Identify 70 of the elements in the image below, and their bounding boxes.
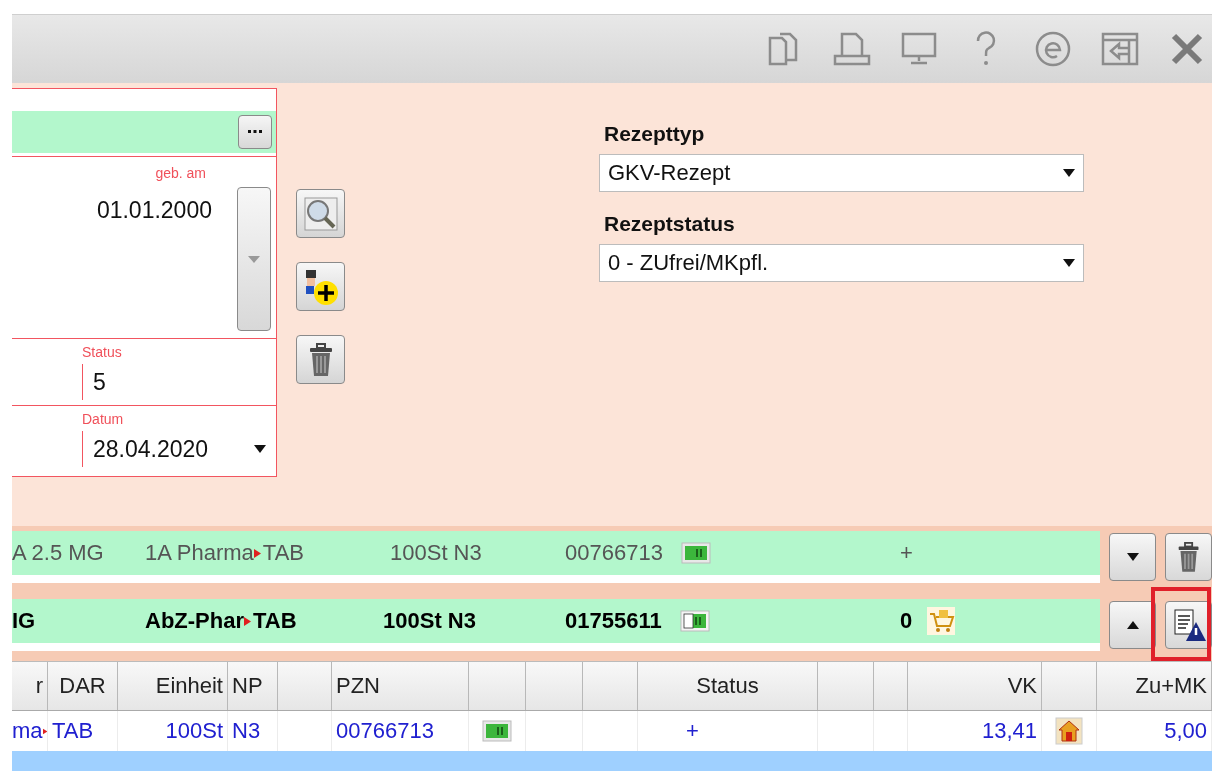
flag-marker-icon xyxy=(42,726,47,736)
medication-name: IG xyxy=(12,608,36,634)
package-size-text: 100St N3 xyxy=(390,540,482,566)
caret-icon xyxy=(1063,169,1075,177)
search-button[interactable] xyxy=(296,189,345,238)
card-icon xyxy=(680,541,711,565)
table-cell-text: 5,00 xyxy=(1164,718,1207,744)
status-mark: 0 xyxy=(900,608,913,634)
printer-icon[interactable] xyxy=(833,30,871,68)
table-cell-text: + xyxy=(686,718,699,744)
status-label: Status xyxy=(82,344,123,360)
flag-marker-icon xyxy=(244,616,251,626)
flag-marker-icon xyxy=(253,548,261,558)
delete-item-button[interactable] xyxy=(1165,533,1212,581)
warning-document-button[interactable] xyxy=(1165,601,1212,649)
column-header[interactable]: DAR xyxy=(48,662,118,710)
status-value: 5 xyxy=(93,368,106,396)
cart-icon xyxy=(926,606,957,636)
more-button[interactable] xyxy=(238,115,272,149)
table-cell-text: ma xyxy=(12,718,43,744)
package-size-text: 100St N3 xyxy=(383,608,476,634)
medication-row[interactable]: A 2.5 MG 1A Pharma TAB 100St N3 00766713 + xyxy=(12,531,1100,583)
column-header[interactable]: Einheit xyxy=(118,662,228,710)
status-mark: + xyxy=(900,540,913,566)
collapse-button[interactable] xyxy=(1109,601,1156,649)
card-icon xyxy=(679,609,710,633)
prescription-type-select[interactable]: GKV-Rezept xyxy=(599,154,1084,192)
date-field[interactable]: 28.04.2020 xyxy=(82,431,276,467)
column-header[interactable]: NP xyxy=(228,662,278,710)
caret-icon xyxy=(1126,553,1139,561)
medication-row[interactable]: IG AbZ-Phar TAB 100St N3 01755611 0 xyxy=(12,599,1100,651)
e-circle-icon[interactable] xyxy=(1034,30,1072,68)
table-cell-text: 100St xyxy=(165,718,223,744)
medication-name: A 2.5 MG xyxy=(12,540,104,566)
prescription-status-label: Rezeptstatus xyxy=(604,212,736,236)
caret-icon xyxy=(248,255,260,263)
table-cell-text: 13,41 xyxy=(981,718,1037,744)
table-cell-text: TAB xyxy=(52,718,94,744)
add-person-button[interactable] xyxy=(296,262,345,311)
pzn-text: 00766713 xyxy=(565,540,663,566)
prescription-status-select[interactable]: 0 - ZUfrei/MKpfl. xyxy=(599,244,1084,282)
ellipsis-icon xyxy=(248,130,262,134)
manufacturer-text: 1A Pharma xyxy=(145,540,254,566)
exit-window-icon[interactable] xyxy=(1101,30,1139,68)
expand-button[interactable] xyxy=(1109,533,1156,581)
document-warning-icon xyxy=(1171,608,1206,642)
column-header[interactable]: PZN xyxy=(332,662,469,710)
card-icon xyxy=(482,719,512,743)
dosage-form-text: TAB xyxy=(253,608,297,634)
column-header[interactable]: Status xyxy=(638,662,818,710)
caret-icon xyxy=(1126,621,1139,629)
caret-icon xyxy=(1063,259,1075,267)
table-cell-text: N3 xyxy=(232,718,261,744)
date-label: Datum xyxy=(82,411,125,427)
scroll-button[interactable] xyxy=(237,187,271,331)
manufacturer-text: AbZ-Phar xyxy=(145,608,244,634)
prescription-type-label: Rezepttyp xyxy=(604,122,706,146)
house-icon xyxy=(1055,717,1083,745)
pzn-text: 01755611 xyxy=(565,608,662,634)
search-icon xyxy=(302,195,339,232)
table-cell-text: 00766713 xyxy=(336,718,434,744)
birth-date-value: 01.01.2000 xyxy=(96,197,212,224)
column-header[interactable]: r xyxy=(12,662,48,710)
dosage-form-text: TAB xyxy=(262,540,304,566)
name-field[interactable] xyxy=(12,111,276,153)
delete-button[interactable] xyxy=(296,335,345,384)
birth-date-label: geb. am xyxy=(155,165,206,181)
column-header[interactable]: VK xyxy=(908,662,1042,710)
caret-icon xyxy=(254,445,266,453)
column-header[interactable]: Zu+MK xyxy=(1097,662,1212,710)
